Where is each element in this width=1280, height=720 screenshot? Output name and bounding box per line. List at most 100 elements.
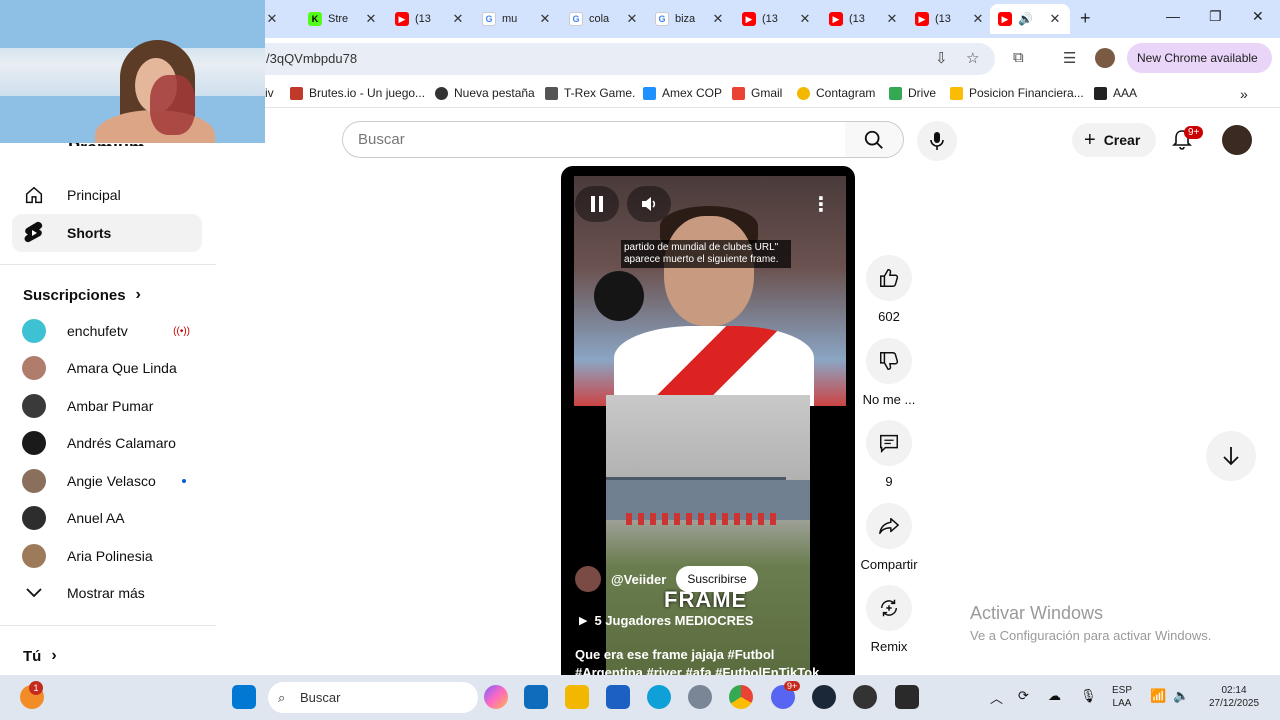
windows-start-icon[interactable] [232, 685, 256, 709]
close-tab-icon[interactable]: ✕ [885, 11, 899, 27]
tab-title: (13 [849, 13, 865, 25]
bookmark-item[interactable]: Nueva pestaña [435, 86, 535, 100]
subscriptions-heading[interactable]: Suscripciones › [23, 286, 141, 304]
bookmark-star-icon[interactable]: ☆ [966, 49, 979, 67]
browser-tab-active[interactable]: ▶ 🔊 ✕ [990, 4, 1070, 34]
voice-search-button[interactable] [917, 121, 957, 161]
minimize-icon[interactable]: — [1166, 8, 1180, 24]
audio-playing-icon[interactable]: 🔊 [1018, 12, 1048, 26]
close-tab-icon[interactable]: ✕ [711, 11, 725, 27]
channel-handle[interactable]: @Veiider [611, 572, 666, 587]
watermark-title: Activar Windows [970, 603, 1104, 623]
bookmark-item[interactable]: AAA [1094, 86, 1137, 100]
next-short-button[interactable] [1206, 431, 1256, 481]
bookmark-item[interactable]: Posicion Financiera... [950, 86, 1084, 100]
close-tab-icon[interactable]: ✕ [538, 11, 552, 27]
sidebar-item-subscription[interactable]: Angie Velasco [12, 462, 202, 500]
bookmark-item[interactable]: Amex COP [643, 86, 722, 100]
volume-button[interactable] [627, 186, 671, 222]
install-app-icon[interactable]: ⇩ [935, 49, 948, 67]
browser-tab[interactable]: G biza ✕ [647, 4, 733, 34]
profile-avatar[interactable] [1095, 48, 1115, 68]
you-heading[interactable]: Tú › [23, 647, 57, 665]
bookmark-item[interactable]: T-Rex Game. [545, 86, 635, 100]
store-icon[interactable] [606, 685, 630, 709]
browser-tab[interactable]: K Stre ✕ [300, 4, 386, 34]
sync-icon[interactable]: ⟳ [1018, 688, 1029, 704]
channel-avatar[interactable] [575, 566, 601, 592]
share-button[interactable] [866, 503, 912, 549]
browser-tab[interactable]: G cola ✕ [561, 4, 647, 34]
pause-button[interactable] [575, 186, 619, 222]
close-tab-icon[interactable]: ✕ [625, 11, 639, 27]
more-options-button[interactable]: ⋮ [799, 186, 843, 222]
sidebar-item-principal[interactable]: Principal [12, 176, 202, 214]
sidebar-item-subscription[interactable]: Anuel AA [12, 499, 202, 537]
steam-icon[interactable] [812, 685, 836, 709]
file-explorer-icon[interactable] [565, 685, 589, 709]
bookmark-item[interactable]: Gmail [732, 86, 782, 100]
bookmark-item[interactable]: Brutes.io - Un juego... [290, 86, 425, 100]
copilot-icon[interactable] [484, 685, 508, 709]
browser-tab[interactable]: ▶ (13 ✕ [387, 4, 473, 34]
comments-button[interactable] [866, 420, 912, 466]
language-indicator[interactable]: ESP LAA [1108, 684, 1136, 710]
shorts-icon [22, 221, 46, 245]
like-button[interactable] [866, 255, 912, 301]
sidebar-item-subscription[interactable]: Ambar Pumar [12, 387, 202, 425]
short-video-player[interactable]: partido de mundial de clubes URL" aparec… [561, 166, 855, 680]
close-tab-icon[interactable]: ✕ [451, 11, 465, 27]
close-tab-icon[interactable]: ✕ [265, 11, 279, 27]
browser-tab[interactable]: G mu ✕ [474, 4, 560, 34]
chrome-icon[interactable] [729, 685, 753, 709]
browser-tab[interactable]: ✕ [265, 4, 295, 34]
create-button[interactable]: + Crear [1072, 123, 1156, 157]
bookmark-label: Gmail [751, 86, 783, 100]
browser-tab[interactable]: ▶ (13 ✕ [907, 4, 993, 34]
cloud-icon[interactable]: ☁ [1048, 688, 1061, 704]
sidebar-item-subscription[interactable]: Amara Que Linda [12, 349, 202, 387]
taskbar-search[interactable]: ⌕ Buscar [268, 682, 478, 713]
microphone-icon[interactable]: 🎙 [1080, 688, 1097, 704]
media-controls-icon[interactable]: ☰ [1063, 49, 1076, 67]
extensions-icon[interactable]: ⧉ [1013, 49, 1024, 66]
close-tab-icon[interactable]: ✕ [364, 11, 378, 27]
outlook-icon[interactable] [524, 685, 548, 709]
search-input[interactable]: Buscar [342, 121, 846, 158]
sidebar-item-subscription[interactable]: Andrés Calamaro [12, 424, 202, 462]
account-avatar[interactable] [1222, 125, 1252, 155]
bookmark-item[interactable]: Contagram [797, 86, 875, 100]
sidebar-item-subscription[interactable]: enchufetv ((•)) [12, 312, 202, 350]
close-tab-icon[interactable]: ✕ [971, 11, 985, 27]
browser-tab[interactable]: ▶ (13 ✕ [734, 4, 820, 34]
playlist-link[interactable]: ▶ 5 Jugadores MEDIOCRES [579, 613, 753, 628]
search-button[interactable] [845, 121, 904, 158]
more-bookmarks-icon[interactable]: » [1240, 86, 1248, 102]
new-tab-icon[interactable]: + [1080, 8, 1091, 29]
show-more-button[interactable]: Mostrar más [12, 574, 202, 612]
dislike-button[interactable] [866, 338, 912, 384]
edge-icon[interactable] [647, 685, 671, 709]
you-label: Tú [23, 647, 42, 665]
wifi-icon[interactable]: 📶 [1150, 688, 1166, 704]
chevron-up-icon[interactable]: ︿ [990, 688, 1003, 707]
settings-gear-icon[interactable] [688, 685, 712, 709]
close-tab-icon[interactable]: ✕ [1048, 11, 1062, 27]
remix-button[interactable] [866, 585, 912, 631]
close-tab-icon[interactable]: ✕ [798, 11, 812, 27]
close-window-icon[interactable]: ✕ [1252, 8, 1264, 25]
chrome-update-button[interactable]: New Chrome available ⋮ [1127, 43, 1272, 95]
comment-icon [880, 434, 898, 454]
subscribe-button[interactable]: Suscribirse [676, 566, 758, 592]
address-bar[interactable]: /3qQVmbpdu78 [240, 43, 995, 75]
maximize-icon[interactable]: ❐ [1209, 8, 1222, 25]
sidebar-item-shorts[interactable]: Shorts [12, 214, 202, 252]
speaker-icon[interactable]: 🔈 [1173, 688, 1189, 704]
browser-tab[interactable]: ▶ (13 ✕ [821, 4, 907, 34]
sidebar-item-subscription[interactable]: Aria Polinesia [12, 537, 202, 575]
bookmark-item[interactable]: iv [265, 86, 274, 100]
obs-icon[interactable] [853, 685, 877, 709]
epic-games-icon[interactable] [895, 685, 919, 709]
bookmark-item[interactable]: Drive [889, 86, 936, 100]
clock[interactable]: 02:14 27/12/2025 [1198, 684, 1270, 710]
